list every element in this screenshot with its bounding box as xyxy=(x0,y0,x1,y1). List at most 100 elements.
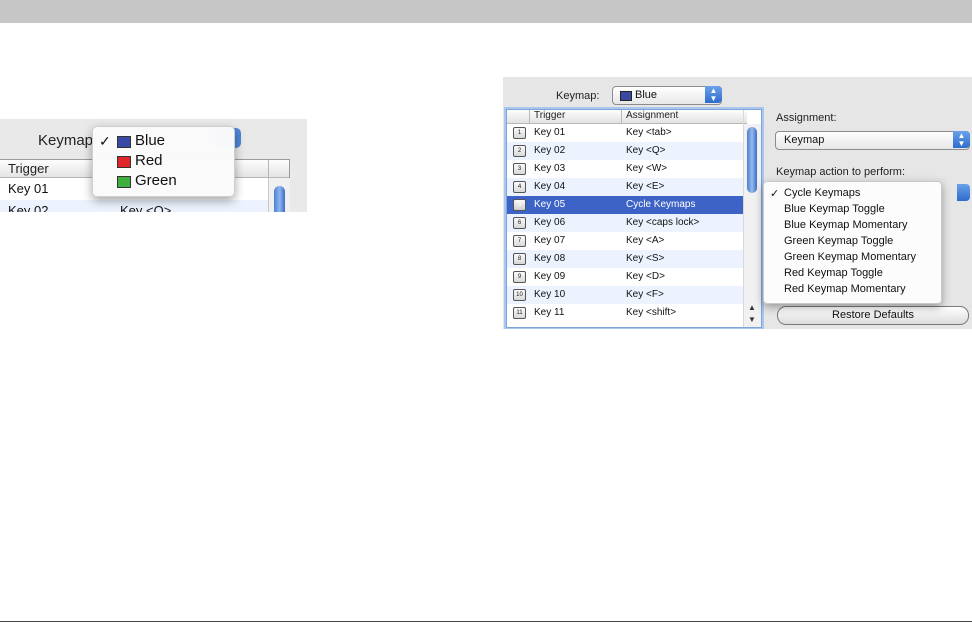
assignment-cell: Key <W> xyxy=(626,163,668,174)
menu-item-label: Blue Keymap Toggle xyxy=(784,203,885,215)
trigger-cell: Key 01 xyxy=(8,181,49,196)
table-row[interactable]: 2 Key 02 Key <Q> xyxy=(507,142,743,160)
menu-item-action[interactable]: Blue Keymap Toggle xyxy=(764,201,941,217)
trigger-cell: Key 01 xyxy=(534,127,566,138)
menu-item-label: Red Keymap Momentary xyxy=(784,283,906,295)
up-down-chevron-icon: ▲ ▼ xyxy=(705,86,722,103)
trigger-cell: Key 06 xyxy=(534,217,566,228)
key-assignment-table: Trigger Assignment 1 Key 01 Key <tab> 2 Key … xyxy=(506,109,762,328)
assignment-cell: Key <D> xyxy=(626,271,665,282)
trigger-cell: Key 09 xyxy=(534,271,566,282)
color-swatch-icon xyxy=(117,136,131,148)
column-separator xyxy=(621,110,622,123)
column-header-assignment[interactable]: Assignment xyxy=(626,110,678,121)
vertical-scrollbar[interactable] xyxy=(268,178,290,212)
color-swatch-icon xyxy=(117,156,131,168)
key-icon: 2 xyxy=(513,145,526,157)
assignment-cell: Key <Q> xyxy=(626,145,666,156)
key-icon: 9 xyxy=(513,271,526,283)
color-swatch-icon xyxy=(620,91,632,101)
table-header: Trigger Assignment xyxy=(507,110,747,124)
key-icon: 1 xyxy=(513,127,526,139)
trigger-cell: Key 02 xyxy=(534,145,566,156)
keymap-select-value: Blue xyxy=(635,89,658,101)
key-icon: 4 xyxy=(513,181,526,193)
menu-item-green[interactable]: Green xyxy=(93,171,234,191)
vertical-scrollbar[interactable]: ▲ ▼ xyxy=(744,124,761,327)
menu-item-action[interactable]: Blue Keymap Momentary xyxy=(764,217,941,233)
table-row[interactable]: 9 Key 09 Key <D> xyxy=(507,268,743,286)
assignment-cell: Cycle Keymaps xyxy=(626,199,696,210)
menu-item-label: Green Keymap Momentary xyxy=(784,251,917,263)
assignment-select-value: Keymap xyxy=(784,134,825,146)
keymap-label: Keymap: xyxy=(556,90,600,102)
trigger-cell: Key 04 xyxy=(534,181,566,192)
keymap-action-dropdown-menu: ✓ Cycle Keymaps Blue Keymap Toggle Blue Key… xyxy=(763,181,942,304)
menu-item-label: Green Keymap Toggle xyxy=(784,235,894,247)
menu-item-label: Blue Keymap Momentary xyxy=(784,219,908,231)
assignment-label: Assignment: xyxy=(776,112,837,124)
keymap-select[interactable]: Blue ▲ ▼ xyxy=(612,86,722,105)
table-row[interactable]: 10 Key 10 Key <F> xyxy=(507,286,743,304)
keymap-action-popup-arrow[interactable] xyxy=(957,184,970,201)
table-row[interactable]: 11 Key 11 Key <shift> xyxy=(507,304,743,322)
up-down-chevron-icon: ▲ ▼ xyxy=(953,131,970,148)
table-row[interactable]: 4 Key 04 Key <E> xyxy=(507,178,743,196)
table-row[interactable]: 3 Key 03 Key <W> xyxy=(507,160,743,178)
scroll-up-arrow-icon[interactable]: ▲ xyxy=(748,303,756,312)
restore-defaults-button[interactable]: Restore Defaults xyxy=(777,306,969,325)
assignment-cell: Key <tab> xyxy=(626,127,672,138)
scrollbar-thumb[interactable] xyxy=(274,186,285,212)
menu-item-action[interactable]: Green Keymap Momentary xyxy=(764,249,941,265)
key-icon: 7 xyxy=(513,235,526,247)
assignment-cell: Key <F> xyxy=(626,289,664,300)
keymap-action-label: Keymap action to perform: xyxy=(776,166,906,178)
trigger-cell: Key 08 xyxy=(534,253,566,264)
column-separator xyxy=(268,160,269,177)
assignment-cell: Key <Q> xyxy=(120,203,172,212)
key-icon: 8 xyxy=(513,253,526,265)
column-header-trigger[interactable]: Trigger xyxy=(8,161,49,176)
assignment-cell: Key <caps lock> xyxy=(626,217,700,228)
menu-item-action[interactable]: Red Keymap Momentary xyxy=(764,281,941,297)
assignment-select[interactable]: Keymap ▲ ▼ xyxy=(775,131,970,150)
column-header-trigger[interactable]: Trigger xyxy=(534,110,565,121)
menu-item-action[interactable]: ✓ Cycle Keymaps xyxy=(764,185,941,201)
assignment-cell: Key <E> xyxy=(626,181,665,192)
key-icon: 3 xyxy=(513,163,526,175)
menu-item-label: Cycle Keymaps xyxy=(784,187,861,199)
table-row[interactable]: 8 Key 08 Key <S> xyxy=(507,250,743,268)
menu-item-label: Blue xyxy=(135,132,166,149)
menu-item-label: Red xyxy=(135,152,163,169)
table-row[interactable]: Key 02 Key <Q> xyxy=(0,200,268,212)
key-icon: 11 xyxy=(513,307,526,319)
trigger-cell: Key 02 xyxy=(8,203,49,212)
scrollbar-thumb[interactable] xyxy=(747,127,757,193)
column-separator xyxy=(529,110,530,123)
menu-item-action[interactable]: Red Keymap Toggle xyxy=(764,265,941,281)
key-icon: 5 xyxy=(513,199,526,211)
keymap-label: Keymap xyxy=(38,132,94,149)
checkmark-icon: ✓ xyxy=(99,133,111,149)
checkmark-icon: ✓ xyxy=(770,188,780,200)
table-row[interactable]: 1 Key 01 Key <tab> xyxy=(507,124,743,142)
color-swatch-icon xyxy=(117,176,131,188)
menu-item-label: Green xyxy=(135,172,177,189)
assignment-cell: Key <shift> xyxy=(626,307,677,318)
table-row[interactable]: 5 Key 05 Cycle Keymaps xyxy=(507,196,743,214)
scroll-down-arrow-icon[interactable]: ▼ xyxy=(748,315,756,324)
table-row[interactable]: 7 Key 07 Key <A> xyxy=(507,232,743,250)
top-banner xyxy=(0,0,972,23)
menu-item-red[interactable]: Red xyxy=(93,151,234,171)
trigger-cell: Key 10 xyxy=(534,289,566,300)
trigger-cell: Key 07 xyxy=(534,235,566,246)
menu-item-action[interactable]: Green Keymap Toggle xyxy=(764,233,941,249)
key-icon: 6 xyxy=(513,217,526,229)
menu-item-blue[interactable]: ✓ Blue xyxy=(93,131,234,151)
trigger-cell: Key 11 xyxy=(534,307,565,318)
bottom-divider xyxy=(0,621,972,622)
trigger-cell: Key 05 xyxy=(534,199,566,210)
trigger-cell: Key 03 xyxy=(534,163,566,174)
keymap-dropdown-menu: ✓ Blue Red Green xyxy=(92,126,235,197)
table-row[interactable]: 6 Key 06 Key <caps lock> xyxy=(507,214,743,232)
